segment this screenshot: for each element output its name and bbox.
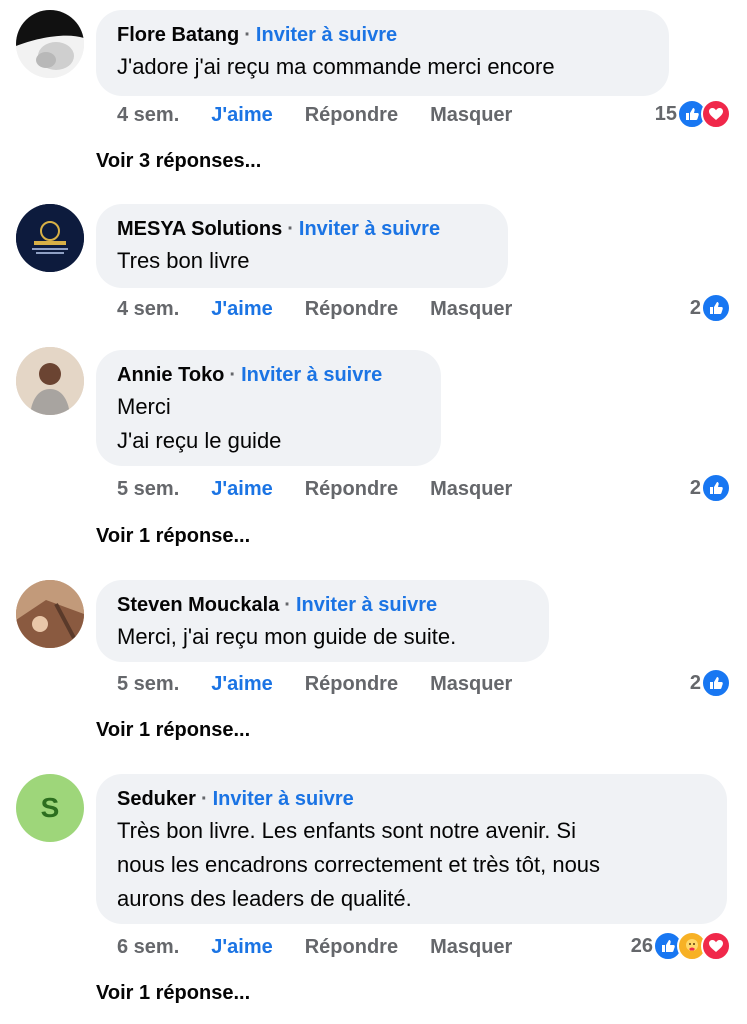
comment-text: Merci J'ai reçu le guide [117, 394, 282, 453]
reaction-summary[interactable]: 2 [690, 668, 731, 698]
comment-timestamp[interactable]: 5 sem. [117, 673, 179, 696]
comment-timestamp[interactable]: 4 sem. [117, 298, 179, 321]
view-replies-link[interactable]: Voir 3 réponses... [96, 150, 261, 173]
reaction-summary[interactable]: 26 [631, 931, 731, 961]
avatar-initial: S [40, 792, 60, 823]
reply-button[interactable]: Répondre [305, 673, 398, 696]
comment-actions: 5 sem. J'aime Répondre Masquer [117, 478, 544, 501]
comment-text: J'adore j'ai reçu ma commande merci enco… [117, 54, 555, 79]
comment-bubble: Seduker · Inviter à suivre Très bon livre.… [96, 774, 727, 924]
avatar[interactable] [16, 347, 84, 415]
comment-timestamp[interactable]: 4 sem. [117, 104, 179, 127]
reaction-count: 2 [689, 476, 701, 499]
avatar[interactable] [16, 10, 84, 78]
comment-author[interactable]: MESYA Solutions [117, 218, 282, 240]
like-button[interactable]: J'aime [211, 478, 272, 501]
avatar[interactable] [16, 204, 84, 272]
reaction-count: 2 [689, 296, 701, 319]
reaction-count: 15 [654, 102, 677, 125]
reply-button[interactable]: Répondre [305, 478, 398, 501]
reply-button[interactable]: Répondre [305, 936, 398, 959]
follow-invite-link[interactable]: Inviter à suivre [241, 364, 382, 386]
separator-dot: · [284, 594, 291, 616]
comment-text: Très bon livre. Les enfants sont notre a… [117, 818, 601, 911]
comment-text: Tres bon livre [117, 248, 250, 273]
comment-text: Merci, j'ai reçu mon guide de suite. [117, 624, 457, 649]
comment-actions: 4 sem. J'aime Répondre Masquer [117, 298, 544, 321]
comment-timestamp[interactable]: 6 sem. [117, 936, 179, 959]
hide-button[interactable]: Masquer [430, 936, 512, 959]
comment-author[interactable]: Seduker [117, 788, 196, 810]
hide-button[interactable]: Masquer [430, 104, 512, 127]
comment-actions: 4 sem. J'aime Répondre Masquer [117, 104, 544, 127]
like-button[interactable]: J'aime [211, 673, 272, 696]
comment-actions: 5 sem. J'aime Répondre Masquer [117, 673, 544, 696]
like-icon [701, 293, 731, 323]
follow-invite-link[interactable]: Inviter à suivre [299, 218, 440, 240]
reaction-count: 2 [689, 671, 701, 694]
avatar[interactable]: S [16, 774, 84, 842]
comment-bubble: Flore Batang · Inviter à suivre J'adore j'… [96, 10, 669, 96]
separator-dot: · [229, 364, 237, 386]
separator-dot: · [287, 218, 294, 240]
view-replies-link[interactable]: Voir 1 réponse... [96, 525, 250, 548]
reply-button[interactable]: Répondre [305, 104, 398, 127]
comment-author[interactable]: Steven Mouckala [117, 594, 279, 616]
view-replies-link[interactable]: Voir 1 réponse... [96, 719, 250, 742]
follow-invite-link[interactable]: Inviter à suivre [296, 594, 437, 616]
avatar[interactable] [16, 580, 84, 648]
love-icon [701, 931, 731, 961]
view-replies-link[interactable]: Voir 1 réponse... [96, 982, 250, 1005]
reaction-summary[interactable]: 2 [690, 293, 731, 323]
hide-button[interactable]: Masquer [430, 478, 512, 501]
reply-button[interactable]: Répondre [305, 298, 398, 321]
hide-button[interactable]: Masquer [430, 673, 512, 696]
comment-bubble: Steven Mouckala · Inviter à suivre Merci, … [96, 580, 549, 662]
like-icon [701, 473, 731, 503]
like-button[interactable]: J'aime [211, 298, 272, 321]
like-icon [701, 668, 731, 698]
comment-bubble: Annie Toko · Inviter à suivre Merci J'ai r… [96, 350, 441, 466]
comment-actions: 6 sem. J'aime Répondre Masquer [117, 936, 544, 959]
reaction-summary[interactable]: 2 [690, 473, 731, 503]
like-button[interactable]: J'aime [211, 104, 272, 127]
follow-invite-link[interactable]: Inviter à suivre [256, 24, 397, 46]
follow-invite-link[interactable]: Inviter à suivre [213, 788, 354, 810]
love-icon [701, 99, 731, 129]
comment-author[interactable]: Flore Batang [117, 24, 239, 46]
comment-bubble: MESYA Solutions · Inviter à suivre Tres bo… [96, 204, 508, 288]
like-button[interactable]: J'aime [211, 936, 272, 959]
separator-dot: · [244, 24, 251, 46]
comment-author[interactable]: Annie Toko [117, 364, 224, 386]
separator-dot: · [200, 788, 208, 810]
hide-button[interactable]: Masquer [430, 298, 512, 321]
reaction-count: 26 [630, 934, 653, 957]
reaction-summary[interactable]: 15 [655, 99, 731, 129]
comment-timestamp[interactable]: 5 sem. [117, 478, 179, 501]
